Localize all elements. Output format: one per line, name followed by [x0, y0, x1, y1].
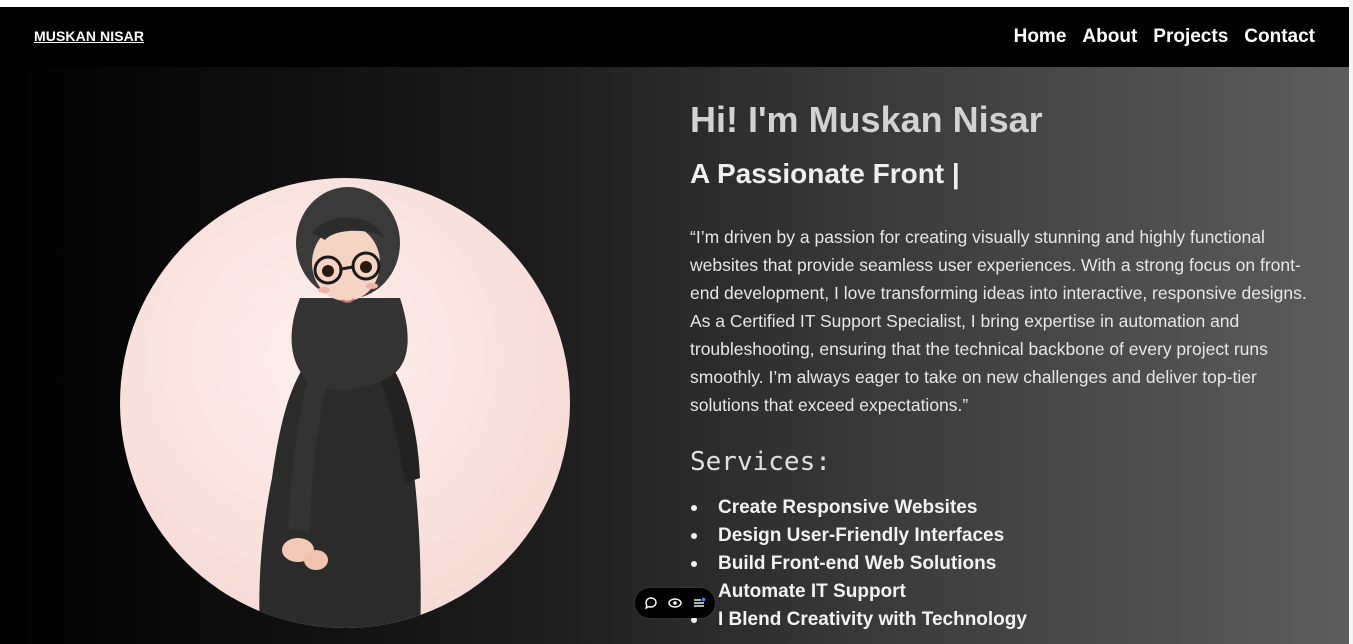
nav-link-about[interactable]: About: [1082, 26, 1137, 48]
list-settings-icon[interactable]: [691, 595, 707, 611]
services-list: Create Responsive Websites Design User-F…: [690, 494, 1027, 634]
avatar-illustration: [259, 187, 421, 628]
scrollbar[interactable]: [1349, 0, 1353, 644]
services-heading: Services:: [690, 447, 831, 477]
service-item: Automate IT Support: [691, 578, 1027, 606]
portfolio-page: MUSKAN NISAR Home About Projects Contact: [0, 7, 1349, 644]
nav-link-contact[interactable]: Contact: [1244, 26, 1315, 48]
eye-icon[interactable]: [667, 595, 683, 611]
service-item: Create Responsive Websites: [691, 494, 1027, 522]
profile-avatar: [120, 178, 570, 628]
navbar: MUSKAN NISAR Home About Projects Contact: [0, 7, 1349, 67]
service-item: Design User-Friendly Interfaces: [691, 522, 1027, 550]
hero-subtitle: A Passionate Front |: [690, 158, 960, 189]
service-item: I Blend Creativity with Technology: [691, 606, 1027, 634]
nav-link-projects[interactable]: Projects: [1153, 26, 1228, 48]
hero-title: Hi! I'm Muskan Nisar: [690, 99, 1043, 140]
service-item: Build Front-end Web Solutions: [691, 550, 1027, 578]
nav-link-home[interactable]: Home: [1014, 26, 1067, 48]
intro-paragraph: “I’m driven by a passion for creating vi…: [690, 227, 1307, 415]
chat-bubble-icon[interactable]: [643, 595, 659, 611]
site-logo-link[interactable]: MUSKAN NISAR: [34, 28, 144, 44]
nav-links: Home About Projects Contact: [1014, 26, 1315, 48]
floating-toolbar: [635, 588, 715, 618]
